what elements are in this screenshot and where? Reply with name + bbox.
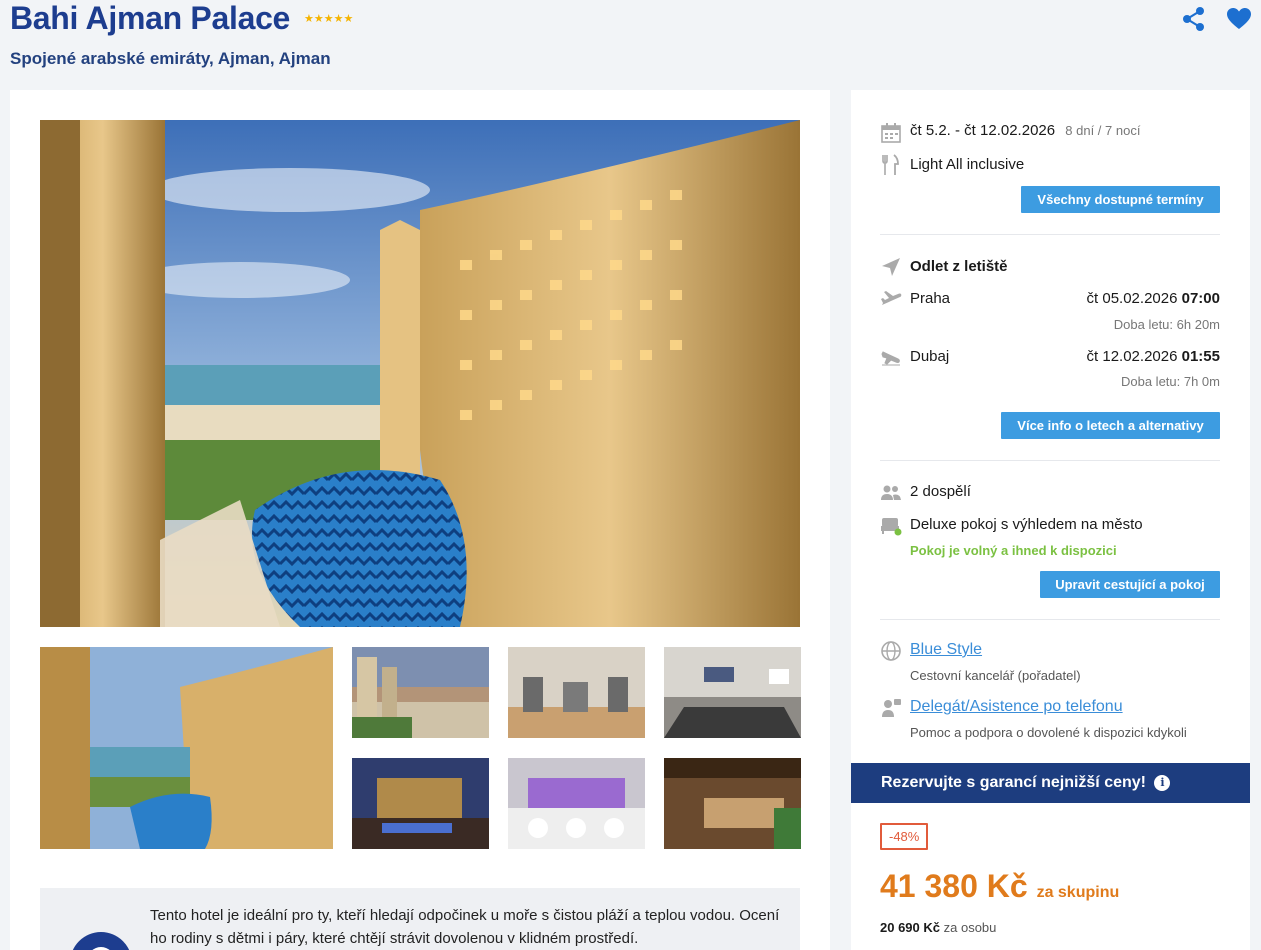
- hotel-location: Spojené arabské emiráty, Ajman, Ajman: [10, 49, 331, 68]
- heart-icon[interactable]: [1226, 6, 1252, 32]
- calendar-icon: [881, 123, 901, 143]
- support-agent-icon: [882, 699, 901, 717]
- thumbnail-gym[interactable]: [508, 647, 645, 738]
- discount-badge: -48%: [880, 823, 929, 850]
- banner-text: Rezervujte s garancí nejnižší ceny!: [881, 774, 1146, 791]
- per-person-row: 20 690 Kč za osobu: [880, 920, 996, 935]
- edit-travelers-button[interactable]: Upravit cestující a pokoj: [1040, 571, 1220, 598]
- total-price: 41 380 Kč: [880, 868, 1028, 904]
- outbound-city: Praha: [910, 290, 951, 307]
- star-rating: ★★★★★: [304, 13, 354, 25]
- paper-plane-icon: [882, 258, 900, 276]
- agency-row: Blue Style: [910, 641, 982, 659]
- agency-role: Cestovní kancelář (pořadatel): [910, 668, 1081, 683]
- share-icon[interactable]: [1181, 6, 1207, 32]
- price-row: 41 380 Kč za skupinu: [880, 868, 1119, 905]
- inbound-date: čt 12.02.2026: [1086, 348, 1178, 365]
- room-type: Deluxe pokoj s výhledem na město: [910, 516, 1143, 533]
- description-text: Tento hotel je ideální pro ty, kteří hle…: [150, 907, 780, 947]
- inbound-time: 01:55: [1181, 348, 1220, 365]
- bed-icon: [881, 518, 902, 536]
- divider: [880, 234, 1220, 235]
- globe-icon: [881, 641, 901, 661]
- divider: [880, 619, 1220, 620]
- gallery-panel: Tento hotel je ideální pro ty, kteří hle…: [10, 90, 830, 950]
- thumbnail-meeting-room[interactable]: [664, 647, 801, 738]
- divider: [880, 460, 1220, 461]
- assist-link[interactable]: Delegát/Asistence po telefonu: [910, 698, 1123, 715]
- plane-landing-icon: [881, 351, 900, 366]
- advisor-avatar: [70, 932, 132, 950]
- info-icon[interactable]: i: [1154, 775, 1171, 791]
- price-suffix: za skupinu: [1036, 884, 1120, 901]
- main-hotel-photo[interactable]: [40, 120, 800, 627]
- assist-description: Pomoc a podpora o dovolené k dispozici k…: [910, 725, 1187, 740]
- thumbnail-pool-night[interactable]: [352, 758, 489, 849]
- thumbnail-hotel-exterior[interactable]: [40, 647, 333, 849]
- booking-panel: čt 5.2. - čt 12.02.2026 8 dní / 7 nocí L…: [851, 90, 1250, 950]
- outbound-date: čt 05.02.2026: [1086, 290, 1178, 307]
- trip-dates: čt 5.2. - čt 12.02.2026: [910, 122, 1056, 139]
- per-person-suffix: za osobu: [943, 920, 997, 935]
- trip-duration: 8 dní / 7 nocí: [1065, 123, 1141, 138]
- travelers-icon: [881, 485, 901, 500]
- flight-info-button[interactable]: Více info o letech a alternativy: [1001, 412, 1220, 439]
- cutlery-icon: [882, 154, 899, 175]
- all-dates-button[interactable]: Všechny dostupné termíny: [1021, 186, 1220, 213]
- per-person-price: 20 690 Kč: [880, 920, 940, 935]
- assist-row: Delegát/Asistence po telefonu: [910, 698, 1123, 716]
- outbound-duration: Doba letu: 6h 20m: [1113, 317, 1220, 332]
- thumbnail-ballroom[interactable]: [508, 758, 645, 849]
- inbound-datetime: čt 12.02.2026 01:55: [1087, 348, 1220, 365]
- traveler-count: 2 dospělí: [910, 483, 971, 500]
- hotel-description: Tento hotel je ideální pro ty, kteří hle…: [40, 888, 800, 950]
- board-type: Light All inclusive: [910, 156, 1025, 173]
- hotel-name: Bahi Ajman Palace: [10, 0, 291, 36]
- outbound-datetime: čt 05.02.2026 07:00: [1087, 290, 1220, 307]
- inbound-city: Dubaj: [910, 348, 950, 365]
- best-price-banner: Rezervujte s garancí nejnižší ceny! i: [851, 763, 1250, 803]
- outbound-time: 07:00: [1181, 290, 1220, 307]
- agency-link[interactable]: Blue Style: [910, 641, 982, 658]
- room-availability: Pokoj je volný a ihned k dispozici: [910, 543, 1117, 558]
- plane-takeoff-icon: [881, 291, 902, 305]
- thumbnail-restaurant[interactable]: [664, 758, 801, 849]
- thumbnail-beach-view[interactable]: [352, 647, 489, 738]
- trip-dates-row: čt 5.2. - čt 12.02.2026 8 dní / 7 nocí: [910, 122, 1140, 139]
- flights-heading: Odlet z letiště: [910, 258, 1008, 275]
- inbound-duration: Doba letu: 7h 0m: [1120, 374, 1220, 389]
